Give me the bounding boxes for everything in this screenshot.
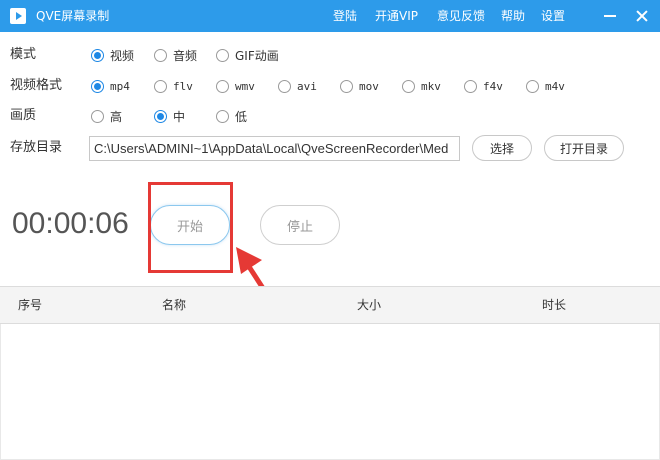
storage-path-input[interactable]: C:\Users\ADMINI~1\AppData\Local\QveScree…: [89, 136, 460, 161]
menu-login[interactable]: 登陆: [333, 8, 357, 24]
column-header-duration: 时长: [542, 298, 567, 312]
quality-radio-low[interactable]: 低: [216, 107, 247, 125]
minimize-icon[interactable]: [598, 4, 622, 28]
radio-unchecked-icon: [154, 79, 167, 93]
format-radio-wmv[interactable]: wmv: [216, 77, 255, 95]
radio-unchecked-icon: [340, 79, 353, 93]
quality-label: 画质: [10, 108, 37, 123]
format-radio-mkv[interactable]: mkv: [402, 77, 441, 95]
menu-help[interactable]: 帮助: [501, 8, 525, 24]
recordings-table-header: 序号 名称 大小 时长: [0, 286, 660, 324]
menu-settings[interactable]: 设置: [541, 8, 565, 24]
quality-radio-high[interactable]: 高: [91, 107, 122, 125]
format-radio-flv[interactable]: flv: [154, 77, 193, 95]
radio-unchecked-icon: [216, 109, 229, 123]
format-radio-avi[interactable]: avi: [278, 77, 317, 95]
title-bar: QVE屏幕录制 登陆 开通VIP 意见反馈 帮助 设置: [0, 0, 660, 32]
column-header-index: 序号: [18, 298, 43, 312]
radio-unchecked-icon: [154, 48, 167, 62]
radio-unchecked-icon: [216, 48, 229, 62]
mode-radio-audio[interactable]: 音频: [154, 46, 197, 64]
mode-radio-video[interactable]: 视频: [91, 46, 134, 64]
quality-radio-medium[interactable]: 中: [154, 107, 185, 125]
annotation-arrow-head: [236, 247, 262, 274]
app-title: QVE屏幕录制: [36, 9, 110, 23]
recording-timer: 00:00:06: [12, 207, 129, 240]
format-radio-mov[interactable]: mov: [340, 77, 379, 95]
radio-unchecked-icon: [216, 79, 229, 93]
radio-unchecked-icon: [91, 109, 104, 123]
radio-unchecked-icon: [464, 79, 477, 93]
radio-unchecked-icon: [526, 79, 539, 93]
column-header-size: 大小: [357, 298, 382, 312]
format-label: 视频格式: [10, 78, 63, 93]
format-radio-f4v[interactable]: f4v: [464, 77, 503, 95]
recordings-table-body: [0, 324, 660, 460]
open-dir-button[interactable]: 打开目录: [544, 135, 624, 161]
format-radio-m4v[interactable]: m4v: [526, 77, 565, 95]
radio-unchecked-icon: [402, 79, 415, 93]
column-header-name: 名称: [162, 298, 187, 312]
start-button[interactable]: 开始: [150, 205, 230, 245]
choose-dir-button[interactable]: 选择: [472, 135, 532, 161]
close-icon[interactable]: [630, 4, 654, 28]
radio-checked-icon: [91, 48, 104, 62]
menu-feedback[interactable]: 意见反馈: [437, 8, 485, 24]
mode-radio-gif[interactable]: GIF动画: [216, 46, 279, 64]
app-logo-icon: [10, 8, 26, 24]
stop-button[interactable]: 停止: [260, 205, 340, 245]
radio-checked-icon: [91, 79, 104, 93]
mode-label: 模式: [10, 47, 37, 62]
radio-unchecked-icon: [278, 79, 291, 93]
radio-checked-icon: [154, 109, 167, 123]
format-radio-mp4[interactable]: mp4: [91, 77, 130, 95]
storage-label: 存放目录: [10, 140, 63, 155]
menu-vip[interactable]: 开通VIP: [375, 8, 418, 24]
